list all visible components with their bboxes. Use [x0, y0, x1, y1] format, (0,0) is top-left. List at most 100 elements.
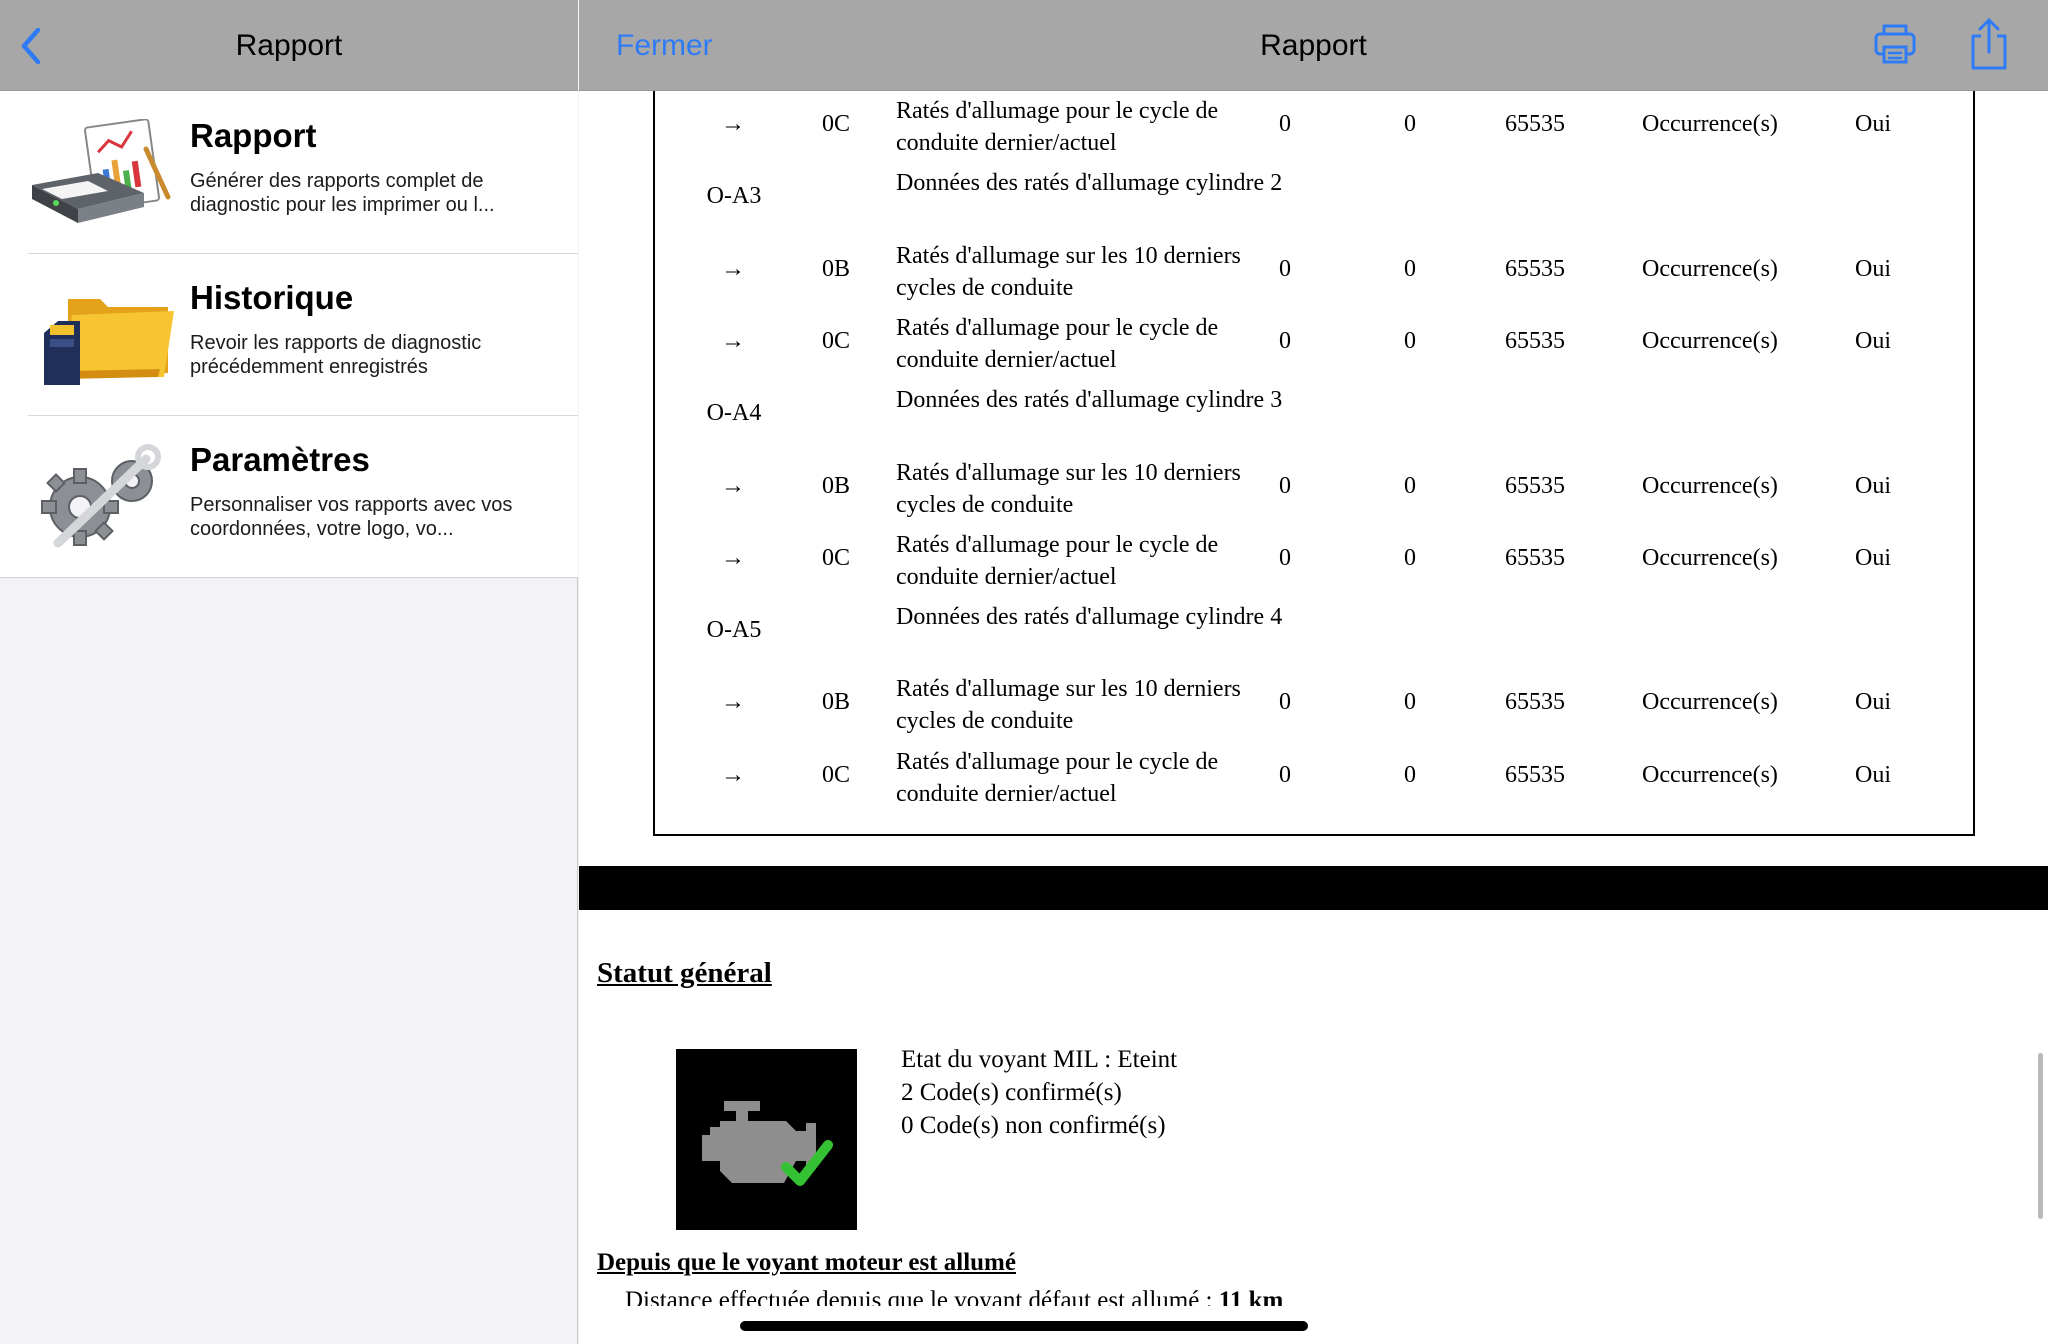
- row-value-2: 0: [1404, 255, 1416, 282]
- row-unit: Occurrence(s): [1642, 472, 1778, 499]
- row-unit: Occurrence(s): [1642, 689, 1778, 716]
- row-value-3: 65535: [1505, 689, 1565, 716]
- row-value-1: 0: [1279, 472, 1291, 499]
- scroll-indicator[interactable]: [2038, 1053, 2043, 1219]
- table-row: → 0C Ratés d'allumage pour le cycle de con…: [655, 742, 1975, 814]
- detail-navigation-bar: Fermer Rapport: [579, 0, 2048, 91]
- row-value-1: 0: [1279, 689, 1291, 716]
- row-arrow: →: [721, 761, 745, 788]
- table-row: → 0C Ratés d'allumage pour le cycle de con…: [655, 308, 1975, 380]
- detail-title: Rapport: [1260, 29, 1367, 62]
- unconfirmed-codes-text: 0 Code(s) non confirmé(s): [901, 1112, 1166, 1139]
- status-lines: Etat du voyant MIL : Eteint 2 Code(s) co…: [901, 1043, 1177, 1142]
- row-value-3: 65535: [1505, 255, 1565, 282]
- row-value-1: 0: [1279, 327, 1291, 354]
- row-code: O-A5: [706, 617, 762, 644]
- menu-item-description: Revoir les rapports de diagnostic précéd…: [190, 332, 482, 378]
- master-title: Rapport: [235, 29, 343, 62]
- row-unit: Occurrence(s): [1642, 327, 1778, 354]
- gears-wrench-icon: [41, 444, 161, 548]
- row-subcode: 0C: [821, 111, 850, 137]
- table-row: → 0C Ratés d'allumage pour le cycle de con…: [655, 91, 1975, 163]
- distance-line: Distance effectuée depuis que le voyant …: [625, 1287, 1283, 1306]
- table-row: → 0B Ratés d'allumage sur les 10 derniers …: [655, 453, 1975, 525]
- row-value-3: 65535: [1505, 472, 1565, 499]
- row-value-2: 0: [1404, 327, 1416, 354]
- row-description: Ratés d'allumage pour le cycle de condui…: [896, 531, 1219, 590]
- row-arrow: →: [721, 472, 745, 499]
- row-flag: Oui: [1855, 327, 1891, 354]
- table-row: → 0B Ratés d'allumage sur les 10 derniers …: [655, 669, 1975, 741]
- row-flag: Oui: [1855, 255, 1891, 282]
- general-status-heading: Statut général: [597, 957, 772, 989]
- menu-item-parametres[interactable]: Paramètres Personnaliser vos rapports av…: [0, 415, 578, 577]
- row-value-2: 0: [1404, 544, 1416, 571]
- close-button[interactable]: Fermer: [616, 0, 713, 91]
- row-value-3: 65535: [1505, 327, 1565, 354]
- row-flag: Oui: [1855, 472, 1891, 499]
- row-code: O-A3: [706, 183, 762, 210]
- printer-icon: [1874, 24, 1916, 64]
- row-code: O-A4: [706, 400, 762, 427]
- row-arrow: →: [721, 544, 745, 571]
- row-value-2: 0: [1404, 689, 1416, 716]
- row-unit: Occurrence(s): [1642, 761, 1778, 788]
- share-icon: [1971, 18, 2007, 70]
- row-value-1: 0: [1279, 761, 1291, 788]
- row-flag: Oui: [1855, 544, 1891, 571]
- menu-item-description: Personnaliser vos rapports avec vos coor…: [190, 494, 513, 540]
- menu-item-description: Générer des rapports complet de diagnost…: [190, 170, 495, 216]
- row-description: Données des ratés d'allumage cylindre 4: [896, 604, 1283, 631]
- row-arrow: →: [721, 689, 745, 716]
- engine-check-icon: [676, 1049, 857, 1230]
- row-value-3: 65535: [1505, 761, 1565, 788]
- table-group-row: O-A5 Données des ratés d'allumage cylindr…: [655, 597, 1975, 669]
- row-value-3: 65535: [1505, 544, 1565, 571]
- row-unit: Occurrence(s): [1642, 111, 1778, 137]
- row-subcode: 0C: [821, 327, 850, 354]
- row-description: Ratés d'allumage sur les 10 derniers cyc…: [896, 459, 1241, 518]
- menu-item-title: Rapport: [190, 117, 317, 154]
- since-mil-heading: Depuis que le voyant moteur est allumé: [597, 1249, 1016, 1276]
- menu-item-historique[interactable]: Historique Revoir les rapports de diagno…: [0, 253, 578, 415]
- table-group-row: O-A3 Données des ratés d'allumage cylindr…: [655, 163, 1975, 235]
- confirmed-codes-text: 2 Code(s) confirmé(s): [901, 1079, 1122, 1106]
- row-subcode: 0C: [821, 544, 850, 571]
- row-flag: Oui: [1855, 111, 1891, 137]
- report-document[interactable]: → 0C Ratés d'allumage pour le cycle de con…: [579, 91, 2048, 1306]
- share-button[interactable]: [1967, 16, 2011, 72]
- print-button[interactable]: [1871, 20, 1919, 68]
- row-subcode: 0B: [821, 689, 850, 716]
- row-value-1: 0: [1279, 255, 1291, 282]
- row-arrow: →: [721, 111, 745, 137]
- row-description: Ratés d'allumage pour le cycle de condui…: [896, 314, 1219, 373]
- row-description: Données des ratés d'allumage cylindre 2: [896, 170, 1283, 197]
- menu-item-rapport[interactable]: Rapport Générer des rapports complet de …: [0, 91, 578, 253]
- row-value-2: 0: [1404, 761, 1416, 788]
- row-description: Ratés d'allumage pour le cycle de condui…: [896, 748, 1219, 807]
- row-subcode: 0C: [821, 761, 850, 788]
- menu-list: Rapport Générer des rapports complet de …: [0, 91, 578, 578]
- row-description: Ratés d'allumage sur les 10 derniers cyc…: [896, 676, 1241, 735]
- row-value-1: 0: [1279, 111, 1291, 137]
- mil-state-text: Etat du voyant MIL : Eteint: [901, 1046, 1178, 1073]
- row-arrow: →: [721, 327, 745, 354]
- master-navigation-bar: Rapport: [0, 0, 578, 91]
- distance-value: 11 km: [1218, 1287, 1284, 1306]
- row-unit: Occurrence(s): [1642, 255, 1778, 282]
- row-unit: Occurrence(s): [1642, 544, 1778, 571]
- row-value-2: 0: [1404, 111, 1416, 137]
- menu-item-title: Paramètres: [190, 441, 370, 478]
- row-flag: Oui: [1855, 761, 1891, 788]
- row-subcode: 0B: [821, 472, 850, 499]
- distance-label: Distance effectuée depuis que le voyant …: [625, 1287, 1219, 1306]
- table-group-row: O-A4 Données des ratés d'allumage cylindr…: [655, 380, 1975, 452]
- home-indicator[interactable]: [740, 1321, 1308, 1331]
- row-subcode: 0B: [821, 255, 850, 282]
- row-description: Données des ratés d'allumage cylindre 3: [896, 387, 1283, 414]
- row-flag: Oui: [1855, 689, 1891, 716]
- table-row: → 0B Ratés d'allumage sur les 10 derniers …: [655, 236, 1975, 308]
- row-value-1: 0: [1279, 544, 1291, 571]
- row-arrow: →: [721, 255, 745, 282]
- table-row: → 0C Ratés d'allumage pour le cycle de con…: [655, 525, 1975, 597]
